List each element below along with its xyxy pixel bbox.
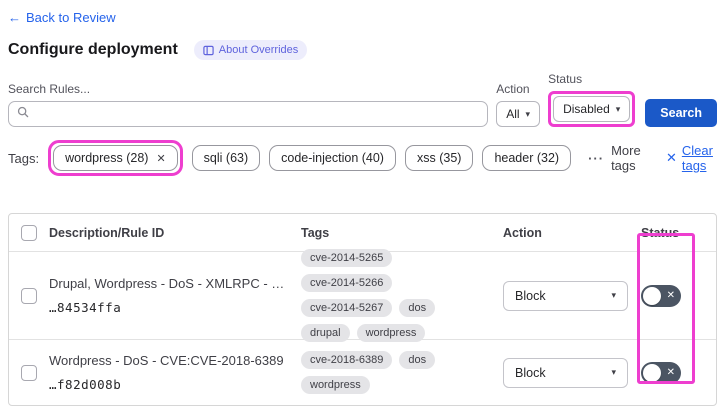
back-link-label: Back to Review — [26, 10, 116, 25]
clear-tags-label: Clear tags — [681, 143, 713, 173]
configure-deployment-page: ← Back to Review Configure deployment Ab… — [0, 0, 725, 406]
row-checkbox-cell — [9, 364, 49, 381]
tag-pill-header[interactable]: header (32) — [482, 145, 572, 171]
tag-pill-xss[interactable]: xss (35) — [404, 145, 474, 171]
toggle-knob — [643, 286, 661, 305]
tag-pill-code-injection[interactable]: code-injection (40) — [269, 145, 396, 171]
table-header-row: Description/Rule ID Tags Action Status — [9, 214, 716, 252]
header-action: Action — [503, 225, 542, 240]
rule-description-cell: Drupal, Wordpress - DoS - XMLRPC - CVE:C… — [49, 276, 301, 315]
chevron-down-icon: ▾ — [611, 290, 616, 300]
back-to-review-link[interactable]: ← Back to Review — [8, 10, 116, 25]
action-filter-group: Action All ▾ — [496, 82, 541, 127]
rule-tag-chip: cve-2018-6389 — [301, 351, 393, 369]
chevron-down-icon: ▾ — [615, 103, 621, 114]
search-rules-input[interactable] — [35, 106, 480, 122]
tags-bar: Tags: wordpress (28) ✕ sqli (63) code-in… — [8, 140, 717, 176]
chevron-down-icon: ▾ — [525, 108, 531, 119]
back-arrow-icon: ← — [8, 10, 21, 25]
clear-tags-icon: ✕ — [665, 150, 677, 165]
rule-tag-chip: drupal — [301, 324, 350, 342]
rule-description: Wordpress - DoS - CVE:CVE-2018-6389 — [49, 353, 284, 369]
rule-tags-cell: cve-2018-6389 dos wordpress — [301, 351, 503, 394]
page-title: Configure deployment — [8, 41, 178, 58]
clear-tags-button[interactable]: ✕ Clear tags — [666, 143, 717, 173]
rule-tag-chip: cve-2014-5265 — [301, 249, 393, 267]
header-tags: Tags — [301, 225, 330, 240]
chevron-down-icon: ▾ — [611, 367, 616, 377]
action-filter-select[interactable]: All ▾ — [496, 101, 541, 127]
tag-pill-label: wordpress (28) — [65, 151, 149, 165]
book-icon — [203, 45, 214, 56]
rule-id: …84534ffa — [49, 299, 122, 315]
more-tags-label: More tags — [611, 143, 641, 173]
header-status: Status — [641, 225, 680, 240]
rules-table: Description/Rule ID Tags Action Status D… — [8, 213, 717, 406]
rule-status-toggle[interactable]: ✕ — [641, 284, 681, 307]
rule-tag-chip: cve-2014-5266 — [301, 274, 393, 292]
rule-action-select[interactable]: Block ▾ — [503, 280, 628, 311]
tags-bar-label: Tags: — [8, 150, 40, 166]
search-rules-group: Search Rules... — [8, 82, 489, 127]
rule-action-select[interactable]: Block ▾ — [503, 357, 628, 388]
filter-bar: Search Rules... Action All ▾ Status Disa… — [8, 72, 717, 127]
rule-description: Drupal, Wordpress - DoS - XMLRPC - CVE:C… — [49, 276, 291, 292]
rule-tag-chip: dos — [399, 351, 436, 369]
rule-tag-chip: wordpress — [356, 324, 426, 342]
rule-tag-chip: cve-2014-5267 — [301, 299, 393, 317]
title-row: Configure deployment About Overrides — [8, 40, 717, 60]
about-overrides-label: About Overrides — [218, 44, 299, 56]
toggle-off-icon: ✕ — [666, 289, 675, 301]
header-checkbox-cell — [9, 224, 49, 241]
search-icon — [17, 105, 29, 123]
tag-pill-wordpress[interactable]: wordpress (28) ✕ — [53, 145, 178, 171]
ellipsis-icon: ··· — [588, 150, 605, 166]
search-rules-box — [8, 101, 489, 127]
search-rules-label: Search Rules... — [8, 82, 91, 96]
row-checkbox[interactable] — [21, 287, 37, 304]
rule-status-cell: ✕ — [641, 284, 716, 307]
rule-status-cell: ✕ — [641, 361, 716, 384]
rule-id: …f82d008b — [49, 376, 122, 392]
rule-action-value: Block — [515, 365, 546, 380]
rule-tags-cell: cve-2014-5265 cve-2014-5266 cve-2014-526… — [301, 249, 503, 342]
action-filter-label: Action — [496, 82, 530, 96]
about-overrides-badge[interactable]: About Overrides — [193, 40, 308, 60]
table-row: Wordpress - DoS - CVE:CVE-2018-6389 …f82… — [9, 340, 716, 405]
status-filter-label: Status — [548, 72, 583, 86]
header-description: Description/Rule ID — [49, 225, 165, 240]
rule-description-cell: Wordpress - DoS - CVE:CVE-2018-6389 …f82… — [49, 353, 301, 392]
row-checkbox[interactable] — [21, 364, 37, 381]
status-filter-group: Status Disabled ▾ — [548, 72, 636, 127]
remove-tag-icon[interactable]: ✕ — [156, 152, 165, 165]
rule-tag-chip: dos — [399, 299, 436, 317]
rule-action-value: Block — [515, 288, 546, 303]
rule-action-cell: Block ▾ — [503, 280, 641, 311]
row-checkbox-cell — [9, 287, 49, 304]
table-row: Drupal, Wordpress - DoS - XMLRPC - CVE:C… — [9, 249, 716, 342]
tag-pill-sqli[interactable]: sqli (63) — [191, 145, 261, 171]
toggle-knob — [643, 363, 661, 382]
status-filter-value: Disabled — [563, 102, 610, 116]
status-filter-highlight: Disabled ▾ — [548, 91, 636, 127]
select-all-checkbox[interactable] — [21, 224, 37, 241]
rule-status-toggle[interactable]: ✕ — [641, 361, 681, 384]
more-tags-button[interactable]: ··· More tags — [588, 143, 643, 173]
selected-tag-highlight: wordpress (28) ✕ — [48, 140, 183, 176]
toggle-off-icon: ✕ — [666, 366, 675, 378]
action-filter-value: All — [506, 107, 520, 121]
rule-action-cell: Block ▾ — [503, 357, 641, 388]
search-button[interactable]: Search — [645, 99, 717, 127]
status-filter-select[interactable]: Disabled ▾ — [553, 96, 631, 122]
rule-tag-chip: wordpress — [301, 376, 370, 394]
